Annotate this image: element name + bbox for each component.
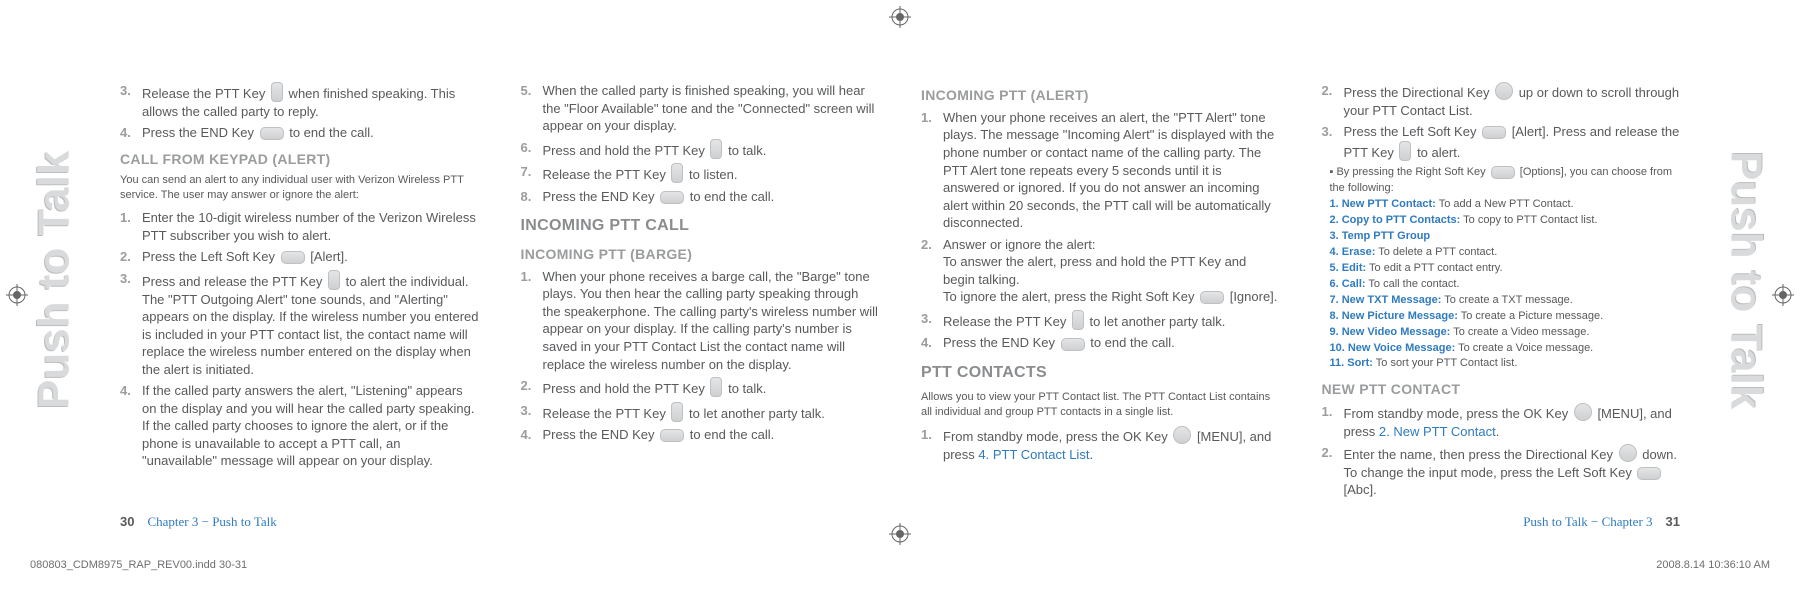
list-item: 2.Press and hold the PTT Key to talk. [521,377,880,398]
body-text: You can send an alert to any individual … [120,173,479,204]
end-key-icon [660,429,684,442]
directional-key-icon [1495,82,1513,100]
ptt-key-icon [271,82,283,102]
list-item: 3.Release the PTT Key to let another par… [521,402,880,423]
list-item: 2. Answer or ignore the alert: To answer… [921,236,1280,306]
list-item: 8.Press the END Key to end the call. [521,188,880,206]
page-number: 31 [1666,514,1680,529]
list-item: 2.Enter the name, then press the Directi… [1322,444,1681,499]
chapter-footer: 30 Chapter 3 − Push to Talk Push to Talk… [120,513,1680,531]
ptt-key-icon [671,402,683,422]
chapter-label: Chapter 3 − Push to Talk [147,514,276,529]
right-softkey-icon [1491,166,1515,179]
list-item: 4.Press the END Key to end the call. [521,426,880,444]
right-softkey-icon [1200,291,1224,304]
directional-key-icon [1619,444,1637,462]
filename: 080803_CDM8975_RAP_REV00.indd 30-31 [30,558,247,573]
ptt-key-icon [1072,310,1084,330]
list-item: 3.Release the PTT Key to let another par… [921,310,1280,331]
ok-key-icon [1173,426,1191,444]
heading: INCOMING PTT CALL [521,215,880,237]
option-item: 3. Temp PTT Group [1330,229,1681,245]
list-item: 2.Press the Left Soft Key [Alert]. [120,248,479,266]
chapter-label: Push to Talk − Chapter 3 [1523,514,1652,529]
ptt-key-icon [328,270,340,290]
page-spread: 3.Release the PTT Key when finished spea… [120,78,1680,494]
body-text: Allows you to view your PTT Contact list… [921,390,1280,421]
list-item: 1.Enter the 10-digit wireless number of … [120,209,479,244]
subheading: NEW PTT CONTACT [1322,380,1681,399]
subheading: INCOMING PTT (ALERT) [921,86,1280,105]
ok-key-icon [1574,403,1592,421]
option-item: 6. Call: To call the contact. [1330,277,1681,293]
page-number: 30 [120,514,134,529]
option-item: 5. Edit: To edit a PTT contact entry. [1330,261,1681,277]
list-item: 7.Release the PTT Key to listen. [521,163,880,184]
subheading: INCOMING PTT (BARGE) [521,245,880,264]
end-key-icon [1061,338,1085,351]
left-softkey-icon [1482,126,1506,139]
print-footer: 080803_CDM8975_RAP_REV00.indd 30-31 2008… [30,558,1770,573]
timestamp: 2008.8.14 10:36:10 AM [1656,558,1770,573]
column-2: 5.When the called party is finished spea… [521,78,880,494]
list-item: 4.Press the END Key to end the call. [120,124,479,142]
option-item: 1. New PTT Contact: To add a New PTT Con… [1330,197,1681,213]
list-item: 5.When the called party is finished spea… [521,82,880,135]
column-3: INCOMING PTT (ALERT) 1.When your phone r… [921,78,1280,494]
option-item: 9. New Video Message: To create a Video … [1330,325,1681,341]
list-item: 6.Press and hold the PTT Key to talk. [521,139,880,160]
column-1: 3.Release the PTT Key when finished spea… [120,78,479,494]
ptt-key-icon [1399,141,1411,161]
left-softkey-icon [281,251,305,264]
list-item: 2.Press the Directional Key up or down t… [1322,82,1681,119]
option-item: 10. New Voice Message: To create a Voice… [1330,341,1681,357]
left-softkey-icon [1637,467,1661,480]
list-item: 3.Release the PTT Key when finished spea… [120,82,479,120]
side-tab-left: Push to Talk [24,80,84,480]
option-item: 2. Copy to PTT Contacts: To copy to PTT … [1330,213,1681,229]
list-item: 4.Press the END Key to end the call. [921,334,1280,352]
options-lead: ▪ By pressing the Right Soft Key [Option… [1330,165,1681,197]
registration-mark-icon [889,6,911,28]
side-tab-right: Push to Talk [1716,80,1776,480]
list-item: 1.When your phone receives a barge call,… [521,268,880,373]
option-item: 7. New TXT Message: To create a TXT mess… [1330,293,1681,309]
list-item: 1.From standby mode, press the OK Key [M… [1322,403,1681,440]
subheading: CALL FROM KEYPAD (ALERT) [120,150,479,169]
end-key-icon [660,191,684,204]
list-item: 1.From standby mode, press the OK Key [M… [921,426,1280,463]
column-4: 2.Press the Directional Key up or down t… [1322,78,1681,494]
option-item: 8. New Picture Message: To create a Pict… [1330,309,1681,325]
option-item: 4. Erase: To delete a PTT contact. [1330,245,1681,261]
list-item: 3.Press and release the PTT Key to alert… [120,270,479,378]
option-item: 11. Sort: To sort your PTT Contact list. [1330,356,1681,372]
list-item: 3.Press the Left Soft Key [Alert]. Press… [1322,123,1681,161]
ptt-key-icon [671,163,683,183]
end-key-icon [260,127,284,140]
ptt-key-icon [710,139,722,159]
list-item: 1.When your phone receives an alert, the… [921,109,1280,232]
options-list: ▪ By pressing the Right Soft Key [Option… [1322,165,1681,372]
list-item: 4.If the called party answers the alert,… [120,382,479,470]
ptt-key-icon [710,377,722,397]
heading: PTT CONTACTS [921,362,1280,384]
